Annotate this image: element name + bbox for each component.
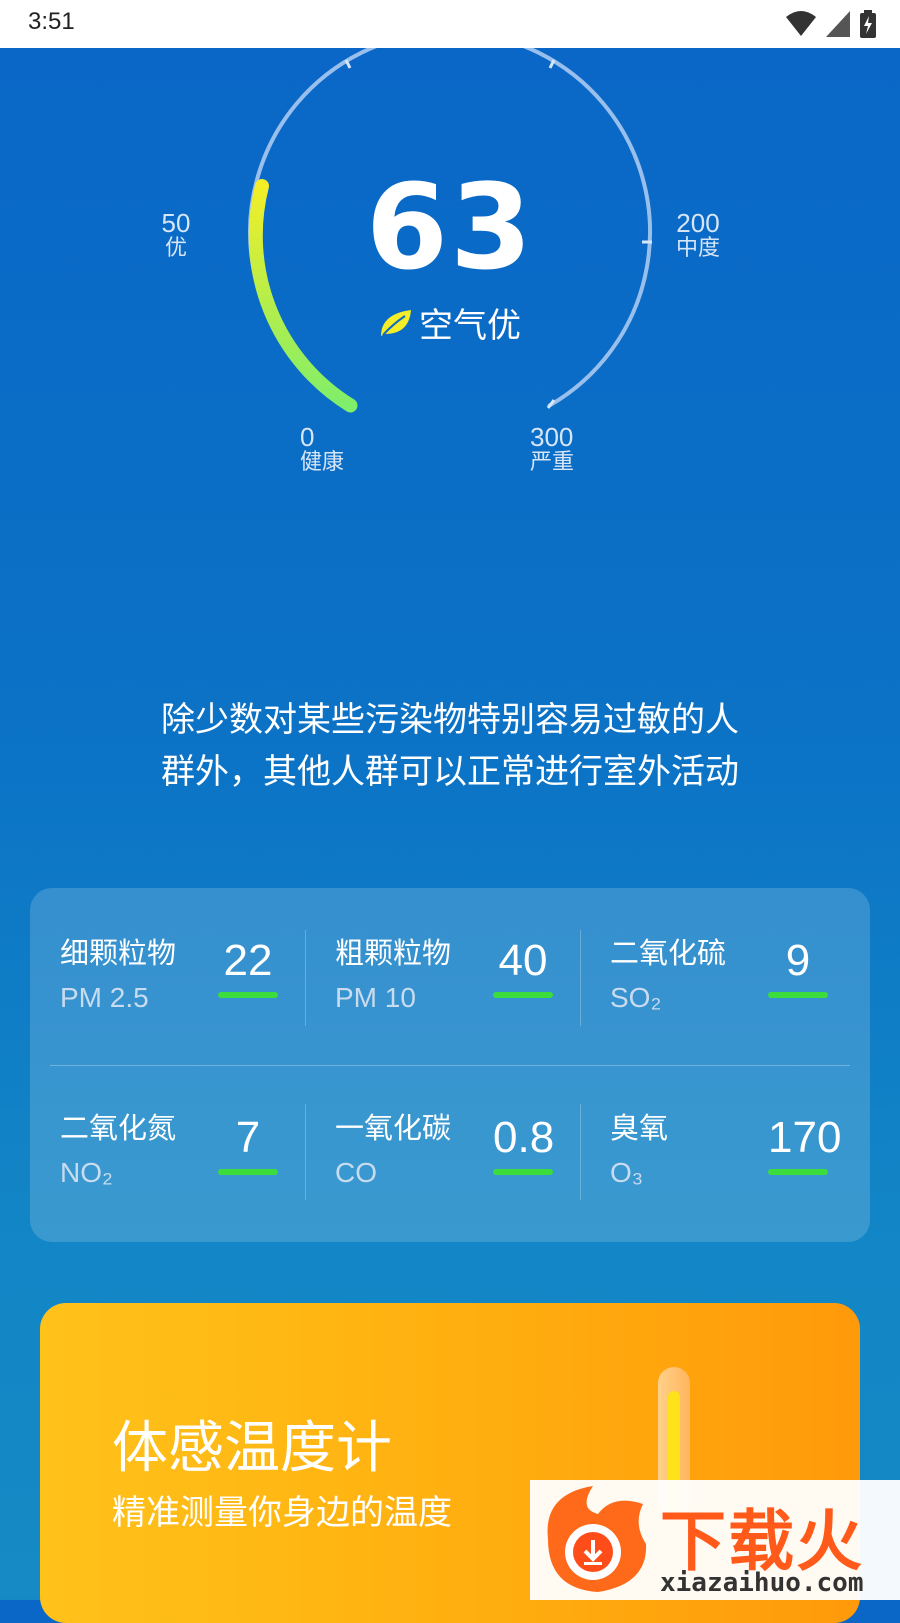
pollutant-name: 细颗粒物	[60, 936, 177, 970]
wifi-icon	[786, 11, 816, 36]
pollutant-card[interactable]: 细颗粒物 PM 2.5 22 粗颗粒物 PM 10 40 二氧化硫 SO₂ 9 …	[30, 888, 870, 1242]
pollutant-name: 二氧化氮	[60, 1111, 177, 1145]
tick-value: 300	[530, 422, 574, 452]
tick-value: 200	[676, 208, 720, 238]
aqi-gauge: 63 空气优 50 优 200 中度 0 健康 300 严重	[0, 48, 900, 508]
pollutant-name: 一氧化碳	[335, 1111, 452, 1145]
pollutant-level-bar	[493, 1169, 553, 1175]
status-bar: 3:51	[0, 0, 900, 48]
advice-line-1: 除少数对某些污染物特别容易过敏的人	[161, 700, 739, 740]
aqi-level-text: 空气优	[419, 306, 521, 346]
pollutant-value: 7	[235, 1113, 261, 1162]
tick-label-0: 0 健康	[300, 422, 350, 476]
pollutant-value: 170	[768, 1113, 842, 1162]
pollutant-o3[interactable]: 臭氧 O₃ 170	[580, 1065, 860, 1242]
pollutant-pm10[interactable]: 粗颗粒物 PM 10 40	[305, 888, 585, 1065]
tick-label-200: 200 中度	[670, 208, 726, 262]
pollutant-value: 22	[223, 936, 273, 985]
pollutant-code: PM 2.5	[60, 982, 149, 1013]
pollutant-code: NO₂	[60, 1157, 113, 1188]
pollutant-code: SO₂	[610, 982, 662, 1013]
tick-text: 健康	[300, 450, 345, 476]
tick-value: 0	[300, 422, 315, 452]
pollutant-level-bar	[768, 992, 828, 998]
pollutant-so2[interactable]: 二氧化硫 SO₂ 9	[580, 888, 860, 1065]
pollutant-no2[interactable]: 二氧化氮 NO₂ 7	[30, 1065, 310, 1242]
pollutant-name: 臭氧	[610, 1111, 669, 1145]
advice-line-2: 群外，其他人群可以正常进行室外活动	[161, 752, 739, 792]
pollutant-level-bar	[218, 1169, 278, 1175]
pollutant-code: CO	[335, 1157, 377, 1188]
tick-text: 优	[164, 236, 187, 262]
tick-label-50: 50 优	[160, 208, 192, 262]
pollutant-level-bar	[493, 992, 553, 998]
leaf-icon	[381, 309, 411, 336]
watermark: 下载火 xiazaihuo.com	[530, 1480, 900, 1600]
promo-subtitle: 精准测量你身边的温度	[112, 1493, 452, 1533]
pollutant-level-bar	[768, 1169, 828, 1175]
pollutant-co[interactable]: 一氧化碳 CO 0.8	[305, 1065, 585, 1242]
download-flame-logo-icon	[547, 1486, 647, 1592]
promo-title: 体感温度计	[112, 1416, 392, 1481]
tick-label-300: 300 严重	[530, 422, 590, 476]
pollutant-code: O₃	[610, 1157, 644, 1188]
tick-value: 50	[161, 208, 191, 238]
watermark-url: xiazaihuo.com	[660, 1568, 864, 1598]
pollutant-value: 40	[498, 936, 548, 985]
battery-icon	[860, 10, 876, 38]
tick-text: 严重	[530, 450, 575, 476]
pollutant-name: 二氧化硫	[610, 936, 727, 970]
pollutant-code: PM 10	[335, 982, 416, 1013]
pollutant-value: 0.8	[493, 1113, 555, 1162]
tick-text: 中度	[675, 236, 720, 262]
aqi-level: 空气优	[0, 298, 900, 347]
aqi-value: 63	[365, 158, 535, 296]
pollutant-value: 9	[785, 936, 811, 985]
signal-icon	[826, 11, 850, 37]
status-icons	[786, 10, 876, 38]
status-time: 3:51	[28, 8, 75, 35]
pollutant-level-bar	[218, 992, 278, 998]
pollutant-pm25[interactable]: 细颗粒物 PM 2.5 22	[30, 888, 310, 1065]
health-advice: 除少数对某些污染物特别容易过敏的人 群外，其他人群可以正常进行室外活动	[0, 694, 900, 798]
pollutant-name: 粗颗粒物	[335, 936, 452, 970]
